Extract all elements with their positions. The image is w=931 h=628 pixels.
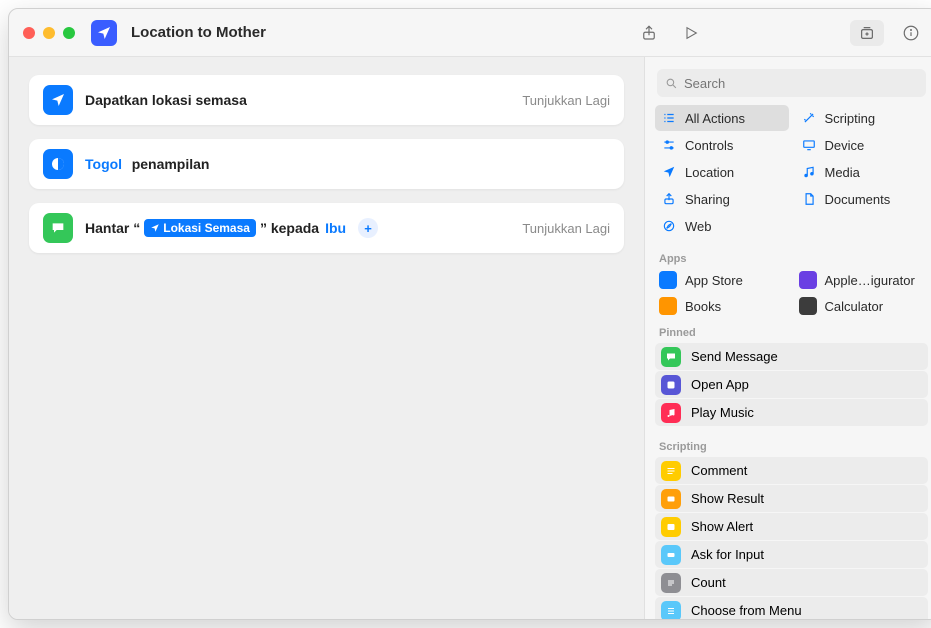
show-alert-icon (661, 517, 681, 537)
document-icon (801, 191, 817, 207)
apps-grid: App Store Apple…igurator Books Calculato… (645, 267, 931, 319)
calculator-icon (799, 297, 817, 315)
open-app-icon (661, 375, 681, 395)
category-device[interactable]: Device (795, 132, 929, 158)
sliders-icon (661, 137, 677, 153)
action-toggle-appearance[interactable]: Togol penampilan (29, 139, 624, 189)
device-icon (801, 137, 817, 153)
location-arrow-icon (43, 85, 73, 115)
count-icon (661, 573, 681, 593)
category-location[interactable]: Location (655, 159, 789, 185)
category-grid: All Actions Scripting Controls Device Lo… (645, 105, 931, 245)
messages-icon (43, 213, 73, 243)
ask-input-icon (661, 545, 681, 565)
messages-icon (661, 347, 681, 367)
add-recipient-button[interactable]: + (358, 218, 378, 238)
books-icon (659, 297, 677, 315)
search-icon (665, 77, 678, 90)
comment-icon (661, 461, 681, 481)
action-token[interactable]: Togol (85, 156, 122, 172)
window-title: Location to Mother (131, 24, 626, 41)
pinned-play-music[interactable]: Play Music (655, 399, 928, 426)
workspace: Dapatkan lokasi semasa Tunjukkan Lagi To… (9, 57, 931, 619)
action-label: penampilan (132, 156, 210, 172)
app-apple-configurator[interactable]: Apple…igurator (795, 267, 929, 293)
action-get-current-location[interactable]: Dapatkan lokasi semasa Tunjukkan Lagi (29, 75, 624, 125)
action-text-mid: ” kepada (260, 220, 319, 236)
action-show-alert[interactable]: Show Alert (655, 513, 928, 540)
choose-menu-icon (661, 601, 681, 620)
action-count[interactable]: Count (655, 569, 928, 596)
app-app-store[interactable]: App Store (655, 267, 789, 293)
category-media[interactable]: Media (795, 159, 929, 185)
scripting-list: Comment Show Result Show Alert Ask for I… (645, 455, 931, 619)
app-store-icon (659, 271, 677, 289)
show-more-button[interactable]: Tunjukkan Lagi (522, 221, 610, 236)
info-button[interactable] (898, 20, 924, 46)
section-head-pinned: Pinned (645, 319, 931, 341)
variable-chip-current-location[interactable]: Lokasi Semasa (144, 219, 256, 237)
appearance-icon (43, 149, 73, 179)
shortcut-app-icon (91, 20, 117, 46)
show-more-button[interactable]: Tunjukkan Lagi (522, 93, 610, 108)
section-head-scripting: Scripting (645, 433, 931, 455)
search-input[interactable] (684, 76, 918, 91)
category-controls[interactable]: Controls (655, 132, 789, 158)
music-icon (661, 403, 681, 423)
action-comment[interactable]: Comment (655, 457, 928, 484)
action-show-result[interactable]: Show Result (655, 485, 928, 512)
action-library-sidebar: All Actions Scripting Controls Device Lo… (645, 57, 931, 619)
action-label: Dapatkan lokasi semasa (85, 92, 247, 108)
category-all-actions[interactable]: All Actions (655, 105, 789, 131)
close-window-button[interactable] (23, 27, 35, 39)
section-head-apps: Apps (645, 245, 931, 267)
library-button[interactable] (850, 20, 884, 46)
app-books[interactable]: Books (655, 293, 789, 319)
list-icon (661, 110, 677, 126)
search-field[interactable] (657, 69, 926, 97)
share-button[interactable] (636, 20, 662, 46)
pinned-send-message[interactable]: Send Message (655, 343, 928, 370)
safari-icon (661, 218, 677, 234)
minimize-window-button[interactable] (43, 27, 55, 39)
fullscreen-window-button[interactable] (63, 27, 75, 39)
category-web[interactable]: Web (655, 213, 789, 239)
share-icon (661, 191, 677, 207)
show-result-icon (661, 489, 681, 509)
action-text-pre: Hantar “ (85, 220, 140, 236)
app-window: Location to Mother (8, 8, 931, 620)
pinned-list: Send Message Open App Play Music (645, 341, 931, 433)
titlebar: Location to Mother (9, 9, 931, 57)
action-send-message[interactable]: Hantar “ Lokasi Semasa ” kepada Ibu + Tu… (29, 203, 624, 253)
recipient-token[interactable]: Ibu (325, 220, 346, 236)
wand-icon (801, 110, 817, 126)
action-ask-for-input[interactable]: Ask for Input (655, 541, 928, 568)
app-calculator[interactable]: Calculator (795, 293, 929, 319)
music-note-icon (801, 164, 817, 180)
category-scripting[interactable]: Scripting (795, 105, 929, 131)
configurator-icon (799, 271, 817, 289)
category-sharing[interactable]: Sharing (655, 186, 789, 212)
window-controls (23, 27, 75, 39)
location-icon (661, 164, 677, 180)
action-choose-from-menu[interactable]: Choose from Menu (655, 597, 928, 619)
shortcut-canvas[interactable]: Dapatkan lokasi semasa Tunjukkan Lagi To… (9, 57, 645, 619)
run-button[interactable] (678, 20, 704, 46)
category-documents[interactable]: Documents (795, 186, 929, 212)
pinned-open-app[interactable]: Open App (655, 371, 928, 398)
